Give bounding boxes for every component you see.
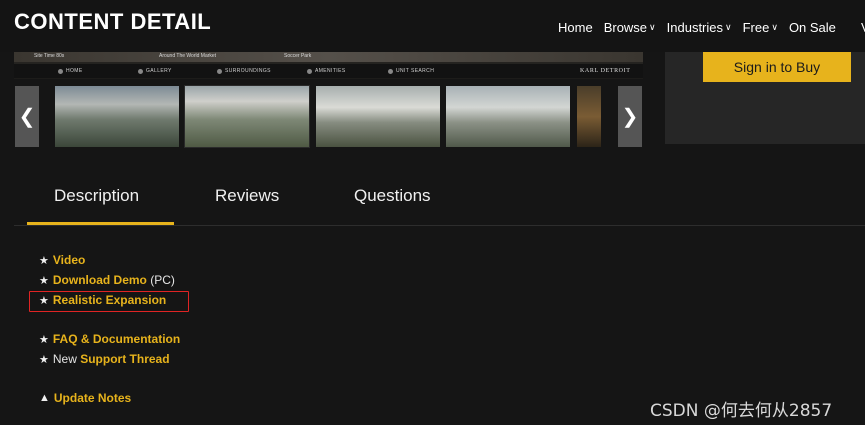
star-icon: ★ bbox=[39, 274, 49, 287]
hero-map-label: Soccer Park bbox=[284, 53, 312, 59]
hero-tab-gallery: GALLERY bbox=[138, 68, 172, 74]
chevron-down-icon: ∨ bbox=[649, 22, 656, 32]
chevron-down-icon: ∨ bbox=[771, 22, 778, 32]
hero-tab-amenities: AMENITIES bbox=[307, 68, 346, 74]
map-pin-icon bbox=[217, 68, 222, 74]
tab-reviews[interactable]: Reviews bbox=[215, 186, 279, 206]
hero-tab-label: AMENITIES bbox=[315, 68, 346, 74]
update-notes-link[interactable]: Update Notes bbox=[54, 391, 131, 405]
hero-map-label: Site Time 80s bbox=[34, 53, 65, 59]
hero-tab-label: GALLERY bbox=[146, 68, 172, 74]
hero-tab-label: SURROUNDINGS bbox=[225, 68, 271, 74]
nav-home-label: Home bbox=[558, 20, 593, 35]
list-item: ★ Download Demo (PC) bbox=[39, 273, 175, 287]
video-link[interactable]: Video bbox=[53, 253, 85, 267]
gallery-icon bbox=[138, 68, 143, 74]
support-thread-link[interactable]: Support Thread bbox=[80, 352, 169, 366]
main-nav: Home Browse ∨ Industries ∨ Free ∨ On Sal… bbox=[558, 20, 847, 35]
nav-browse-label: Browse bbox=[603, 20, 648, 35]
nav-free-label: Free bbox=[742, 20, 770, 35]
hero-tab-label: HOME bbox=[66, 68, 83, 74]
hero-tab-label: UNIT SEARCH bbox=[396, 68, 435, 74]
hero-tab-unit-search: UNIT SEARCH bbox=[388, 68, 434, 74]
hero-tab-bar: HOME GALLERY SURROUNDINGS AMENITIES UNIT… bbox=[14, 64, 643, 78]
chevron-down-icon: ∨ bbox=[725, 22, 732, 32]
list-item: ★ FAQ & Documentation bbox=[39, 332, 180, 346]
nav-item-cut-off[interactable]: V bbox=[861, 20, 865, 35]
gallery-thumbnail[interactable] bbox=[55, 86, 179, 147]
list-item: ▲ Update Notes bbox=[39, 391, 131, 405]
hero-map-label: Around The World Market bbox=[159, 53, 217, 59]
nav-home[interactable]: Home bbox=[558, 20, 593, 35]
content-tabs: Description Reviews Questions bbox=[27, 176, 865, 226]
star-icon: ★ bbox=[39, 333, 49, 346]
watermark: CSDN @何去何从2857 bbox=[650, 401, 833, 421]
tabs-divider bbox=[14, 225, 865, 226]
gallery-prev-button[interactable]: ❮ bbox=[15, 86, 39, 147]
highlight-annotation-box bbox=[29, 291, 189, 312]
new-label: New bbox=[52, 352, 81, 366]
list-item: ★ Video bbox=[39, 253, 85, 267]
chevron-right-icon: ❯ bbox=[621, 106, 639, 128]
brand-logo-text: KARL DETROIT bbox=[580, 68, 631, 74]
star-icon: ★ bbox=[39, 254, 49, 267]
hero-tab-home: HOME bbox=[58, 68, 83, 74]
hero-tab-surroundings: SURROUNDINGS bbox=[217, 68, 271, 74]
nav-industries-label: Industries bbox=[666, 20, 724, 35]
faq-documentation-link[interactable]: FAQ & Documentation bbox=[53, 332, 180, 346]
gallery-next-button[interactable]: ❯ bbox=[618, 86, 642, 147]
sign-in-to-buy-button[interactable]: Sign in to Buy bbox=[703, 52, 851, 82]
product-hero-image: Site Time 80s Around The World Market So… bbox=[14, 52, 643, 79]
gallery-thumbnail[interactable] bbox=[184, 85, 310, 148]
nav-browse[interactable]: Browse ∨ bbox=[604, 20, 656, 35]
star-icon: ★ bbox=[39, 353, 49, 366]
download-demo-link[interactable]: Download Demo bbox=[53, 273, 147, 287]
site-header: CONTENT DETAIL Home Browse ∨ Industries … bbox=[0, 0, 865, 52]
nav-industries[interactable]: Industries ∨ bbox=[667, 20, 732, 35]
nav-on-sale-label: On Sale bbox=[788, 20, 836, 35]
list-item: ★ New Support Thread bbox=[39, 352, 170, 366]
tab-questions[interactable]: Questions bbox=[354, 186, 431, 206]
nav-free[interactable]: Free ∨ bbox=[743, 20, 778, 35]
page-title: CONTENT DETAIL bbox=[14, 9, 212, 34]
gallery-thumbnail[interactable] bbox=[316, 86, 440, 147]
gallery-thumbnail[interactable] bbox=[446, 86, 570, 147]
search-icon bbox=[388, 68, 393, 74]
nav-on-sale[interactable]: On Sale bbox=[789, 20, 836, 35]
hero-map-strip: Site Time 80s Around The World Market So… bbox=[14, 52, 643, 62]
platform-label: (PC) bbox=[146, 273, 175, 287]
purchase-panel: Sign in to Buy bbox=[665, 52, 865, 144]
home-icon bbox=[58, 68, 63, 74]
triangle-up-icon: ▲ bbox=[39, 392, 50, 404]
gallery-thumbnail[interactable] bbox=[577, 86, 601, 147]
tab-description[interactable]: Description bbox=[54, 186, 139, 206]
amenities-icon bbox=[307, 68, 312, 74]
chevron-left-icon: ❮ bbox=[18, 106, 36, 128]
